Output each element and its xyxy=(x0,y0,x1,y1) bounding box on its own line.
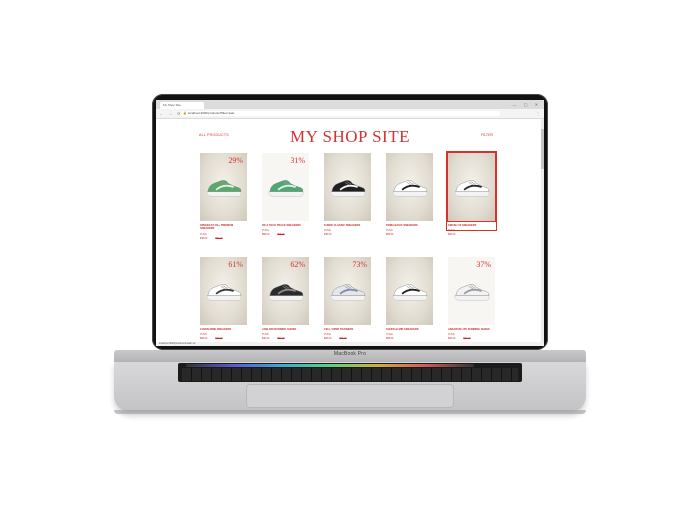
original-price: $67.00 xyxy=(215,236,223,240)
product-prices: $55.00 xyxy=(386,233,433,236)
product-name[interactable]: SMASH V2 SNEAKERS xyxy=(448,224,495,227)
product-info: AXELION RUNNING SHOES PUMA $30.00 $80.00 xyxy=(262,328,309,340)
product-name[interactable]: ANZARUN LITE RUNNING SHOES xyxy=(448,328,495,331)
product-prices: $28.00 $72.00 xyxy=(200,337,247,340)
lock-icon: 🔒 xyxy=(183,111,187,115)
browser-toolbar: ← → ⟳ 🔒 localhost:3000/products?filter=s… xyxy=(156,109,544,119)
product-name[interactable]: SHUFFLE MID SNEAKERS xyxy=(386,328,433,331)
discount-badge: 37% xyxy=(476,260,491,269)
product-prices: $68.00 $98.00 xyxy=(262,233,309,236)
url-text: localhost:3000/products?filter=sale xyxy=(188,111,235,115)
sale-price: $60.00 xyxy=(448,233,456,237)
sneaker-icon xyxy=(454,284,490,301)
laptop-screen: My Shop Site — ▢ ✕ ← → ⟳ 🔒 localhost:300… xyxy=(156,100,544,346)
status-bar: localhost:3000/products/smash-v2 xyxy=(156,342,544,346)
product-name[interactable]: CELL VIPER TRAINERS xyxy=(324,328,371,331)
sale-price: $48.00 xyxy=(200,236,208,240)
sale-price: $40.00 xyxy=(448,337,456,341)
product-info: ANZARUN LITE RUNNING SHOES PUMA $40.00 $64.… xyxy=(448,328,495,340)
discount-badge: 31% xyxy=(290,156,305,165)
product-name[interactable]: AXELION RUNNING SHOES xyxy=(262,328,309,331)
sneaker-icon xyxy=(330,180,366,197)
device-brand-label: MacBook Pro xyxy=(333,351,367,357)
original-price: $80.00 xyxy=(277,337,285,341)
sneaker-icon xyxy=(268,180,304,197)
shop-page: ALL PRODUCTS MY SHOP SITE FILTER 29% SPEE… xyxy=(156,119,544,346)
scrollbar[interactable] xyxy=(541,119,544,346)
product-prices: $25.00 $95.00 xyxy=(324,337,371,340)
product-info: SMASH V2 SNEAKERS PUMA $60.00 xyxy=(448,224,495,236)
status-url: localhost:3000/products/smash-v2 xyxy=(159,342,196,345)
scrollbar-thumb[interactable] xyxy=(541,129,544,169)
product-image[interactable]: 62% xyxy=(262,257,309,325)
product-prices: $30.00 $80.00 xyxy=(262,337,309,340)
sneaker-icon xyxy=(330,284,366,301)
product-image[interactable]: 29% xyxy=(200,153,247,221)
product-name[interactable]: SPEEDCAT OG+ PREMIUM SNEAKERS xyxy=(200,224,247,231)
sale-price: $25.00 xyxy=(324,337,332,341)
product-info: SUEDE CLASSIC SNEAKERS PUMA $45.00 xyxy=(324,224,371,236)
product-info: CELL VIPER TRAINERS PUMA $25.00 $95.00 xyxy=(324,328,371,340)
sneaker-icon xyxy=(268,284,304,301)
product-info: SPEEDCAT OG+ PREMIUM SNEAKERS PUMA $48.00 $… xyxy=(200,224,247,240)
product-prices: $48.00 $67.00 xyxy=(200,237,247,240)
product-info: RS-X TECH TRACK SNEAKERS PUMA $68.00 $98.00 xyxy=(262,224,309,236)
browser-tab[interactable]: My Shop Site xyxy=(160,102,204,109)
laptop: My Shop Site — ▢ ✕ ← → ⟳ 🔒 localhost:300… xyxy=(0,0,700,525)
product-image[interactable]: 37% xyxy=(448,257,495,325)
product-image[interactable] xyxy=(324,153,371,221)
product-name[interactable]: ROMA BASIC SNEAKERS xyxy=(386,224,433,227)
sneaker-icon xyxy=(206,180,242,197)
site-title[interactable]: MY SHOP SITE xyxy=(156,127,544,147)
window-controls[interactable]: — ▢ ✕ xyxy=(513,101,541,108)
discount-badge: 62% xyxy=(290,260,305,269)
laptop-foot xyxy=(114,410,586,414)
discount-badge: 61% xyxy=(228,260,243,269)
sale-price: $58.00 xyxy=(386,337,394,341)
product-prices: $40.00 $64.00 xyxy=(448,337,495,340)
keyboard-keys xyxy=(182,368,518,381)
product-image[interactable] xyxy=(386,257,433,325)
original-price: $95.00 xyxy=(339,337,347,341)
sale-price: $30.00 xyxy=(262,337,270,341)
product-name[interactable]: CAVEN DIME SNEAKERS xyxy=(200,328,247,331)
sale-price: $55.00 xyxy=(386,233,394,237)
product-info: SHUFFLE MID SNEAKERS PUMA $58.00 xyxy=(386,328,433,340)
discount-badge: 73% xyxy=(352,260,367,269)
product-name[interactable]: RS-X TECH TRACK SNEAKERS xyxy=(262,224,309,227)
address-bar[interactable]: 🔒 localhost:3000/products?filter=sale xyxy=(180,111,500,116)
product-info: CAVEN DIME SNEAKERS PUMA $28.00 $72.00 xyxy=(200,328,247,340)
product-prices: $58.00 xyxy=(386,337,433,340)
sneaker-icon xyxy=(392,284,428,301)
browser-tab-bar: My Shop Site — ▢ ✕ xyxy=(156,100,544,109)
sneaker-icon xyxy=(392,180,428,197)
sneaker-icon xyxy=(206,284,242,301)
product-prices: $60.00 xyxy=(448,233,495,236)
sneaker-icon xyxy=(454,180,490,197)
browser-menu-icon[interactable]: ⋮ xyxy=(536,110,540,118)
product-image[interactable]: 61% xyxy=(200,257,247,325)
product-image[interactable] xyxy=(386,153,433,221)
touch-bar xyxy=(186,364,474,367)
original-price: $64.00 xyxy=(463,337,471,341)
product-info: ROMA BASIC SNEAKERS PUMA $55.00 xyxy=(386,224,433,236)
product-name[interactable]: SUEDE CLASSIC SNEAKERS xyxy=(324,224,371,227)
sale-price: $45.00 xyxy=(324,233,332,237)
discount-badge: 29% xyxy=(228,156,243,165)
product-prices: $45.00 xyxy=(324,233,371,236)
original-price: $72.00 xyxy=(215,337,223,341)
original-price: $98.00 xyxy=(277,233,285,237)
sale-price: $28.00 xyxy=(200,337,208,341)
trackpad xyxy=(246,384,454,408)
nav-arrows-icon[interactable]: ← → ⟳ xyxy=(159,110,183,118)
sale-price: $68.00 xyxy=(262,233,270,237)
product-image[interactable]: 31% xyxy=(262,153,309,221)
product-image[interactable] xyxy=(447,152,496,222)
filter-link[interactable]: FILTER xyxy=(481,133,493,137)
product-image[interactable]: 73% xyxy=(324,257,371,325)
